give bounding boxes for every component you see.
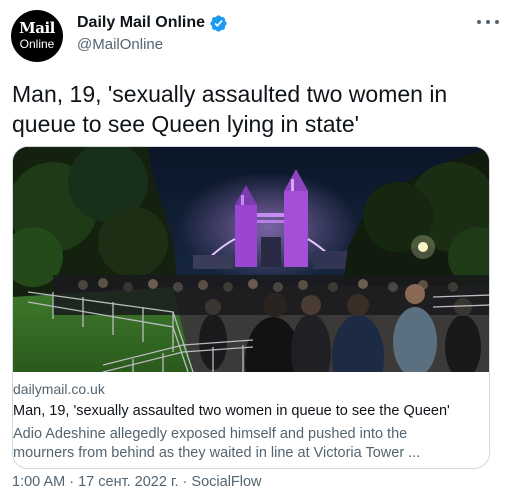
tweet-header: Mail Online Daily Mail Online @MailOnlin… (11, 10, 499, 62)
avatar-logo-line2: Online (19, 37, 55, 51)
avatar-logo-line1: Mail (19, 19, 55, 37)
card-title: Man, 19, 'sexually assaulted two women i… (13, 403, 450, 419)
display-name[interactable]: Daily Mail Online (77, 14, 205, 32)
tweet-text: Man, 19, 'sexually assaulted two women i… (12, 81, 448, 137)
more-options-icon[interactable] (477, 12, 499, 32)
more-dot (495, 20, 499, 24)
card-description: Adio Adeshine allegedly exposed himself … (13, 426, 421, 461)
tweet-time[interactable]: 1:00 AM (12, 474, 65, 490)
account-handle[interactable]: @MailOnline (77, 36, 163, 53)
tweet-date[interactable]: 17 сент. 2022 г. (78, 474, 178, 490)
tweet-source[interactable]: SocialFlow (191, 474, 261, 490)
more-dot (477, 20, 481, 24)
more-dot (486, 20, 490, 24)
name-row: Daily Mail Online (77, 12, 228, 34)
link-card[interactable]: dailymail.co.uk Man, 19, 'sexually assau… (12, 146, 490, 469)
tweet-meta: 1:00 AM · 17 сент. 2022 г. · SocialFlow (12, 474, 262, 490)
queue-photo (13, 147, 489, 372)
card-image[interactable] (13, 147, 489, 372)
meta-separator: · (182, 474, 188, 490)
verified-badge-icon (210, 14, 227, 32)
card-domain: dailymail.co.uk (13, 381, 105, 397)
meta-separator: · (69, 474, 75, 490)
avatar[interactable]: Mail Online (11, 10, 63, 62)
